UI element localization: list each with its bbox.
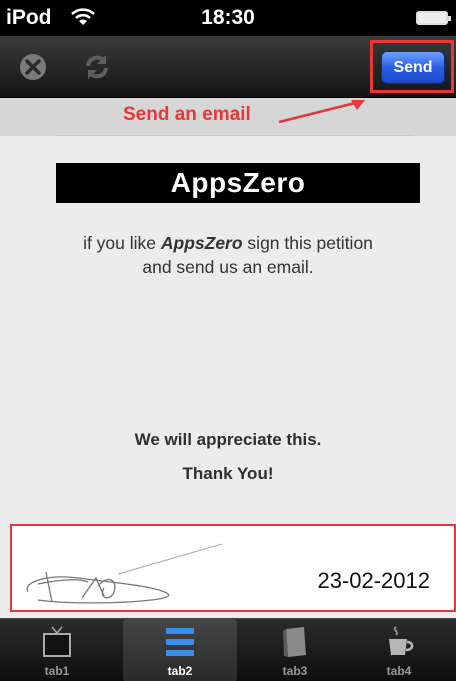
message-brand: AppsZero: [160, 233, 243, 253]
status-bar: iPod 18:30: [0, 0, 456, 36]
close-icon[interactable]: [18, 52, 48, 82]
tab-3[interactable]: tab3: [238, 619, 352, 681]
toolbar: Send: [0, 36, 456, 98]
message-line2: and send us an email.: [142, 257, 314, 277]
signature-area[interactable]: 23-02-2012: [10, 524, 456, 612]
appszero-logo: AppsZero: [56, 163, 420, 203]
tab-bar: tab1 tab2 tab3 tab4: [0, 618, 456, 681]
message-prefix: if you like: [83, 233, 161, 253]
tab-2[interactable]: tab2: [123, 619, 237, 681]
message-suffix: sign this petition: [242, 233, 373, 253]
battery-icon: [416, 11, 451, 25]
appreciation-text: We will appreciate this.: [134, 430, 322, 449]
tab-label: tab2: [167, 664, 193, 678]
annotation-arrow-icon: [278, 100, 365, 124]
book-icon: [283, 627, 306, 657]
thank-you-text: Thank You!: [182, 464, 274, 483]
hint-band: Send an email: [0, 98, 456, 136]
signature-drawing: [26, 543, 223, 604]
tab-1[interactable]: tab1: [0, 619, 114, 681]
send-email-annotation: Send an email: [123, 104, 251, 125]
tab-label: tab3: [282, 664, 308, 678]
send-button[interactable]: Send: [381, 51, 445, 84]
signature-date: 23-02-2012: [317, 568, 430, 593]
list-icon: [166, 628, 194, 656]
tab-4[interactable]: tab4: [342, 619, 456, 681]
send-button-highlight: Send: [370, 40, 454, 93]
petition-message: if you like AppsZero sign this petition …: [0, 231, 456, 279]
divider: [56, 135, 414, 136]
tab-label: tab4: [386, 664, 412, 678]
refresh-icon[interactable]: [82, 52, 112, 82]
content-area: Send an email AppsZero if you like AppsZ…: [0, 98, 456, 618]
tab-label: tab1: [44, 664, 70, 678]
tv-icon: [43, 626, 71, 657]
status-time: 18:30: [201, 6, 255, 29]
coffee-cup-icon: [389, 626, 414, 655]
